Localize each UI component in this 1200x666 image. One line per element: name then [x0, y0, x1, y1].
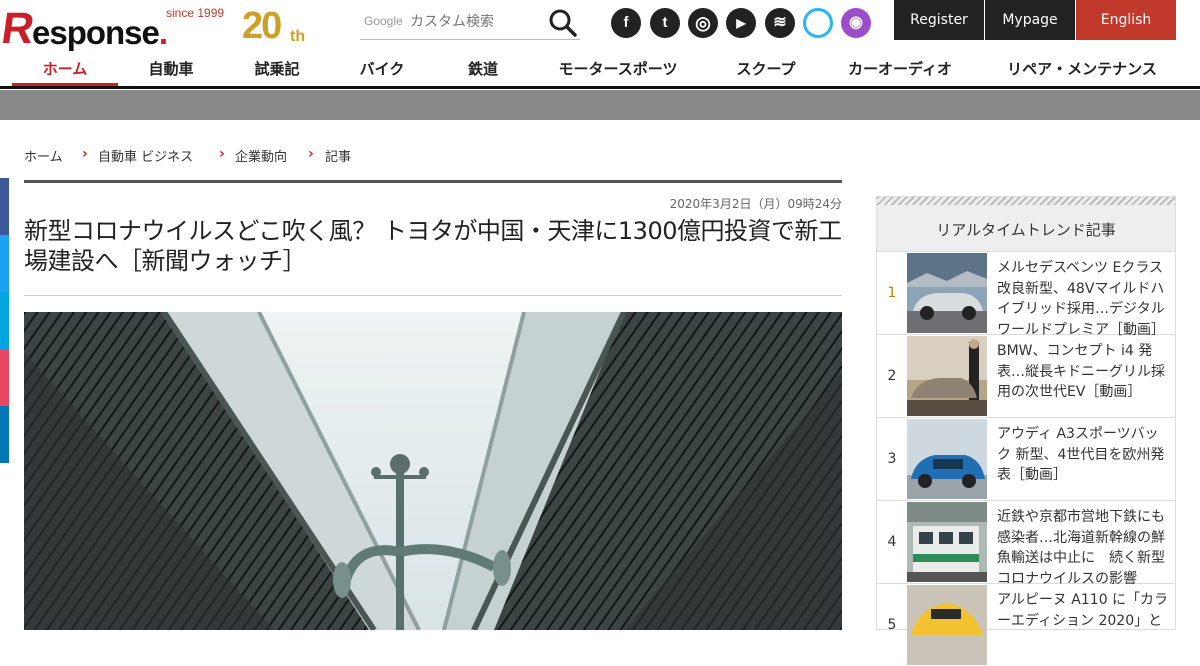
trend-rank: 2: [887, 368, 897, 384]
chevron-right-icon: ›: [308, 146, 314, 162]
trend-item[interactable]: 2 BMW、コンセプト i4 発表…縦長キドニーグリル採用の次世代EV［動画］: [876, 335, 1176, 418]
nav-item-rail[interactable]: 鉄道: [448, 52, 518, 86]
heading-stripes: [877, 197, 1175, 205]
rss-icon[interactable]: ≋: [765, 8, 795, 38]
english-button[interactable]: English: [1076, 0, 1176, 40]
trend-item[interactable]: 5 アルピーヌ A110 に「カラーエディション 2020」と: [876, 584, 1176, 665]
trend-rank: 3: [887, 451, 897, 467]
site-logo[interactable]: R esponse. since 1999 20 th: [0, 2, 320, 53]
article-title: 新型コロナウイルスどこ吹く風？ トヨタが中国・天津に1300億円投資で新工場建設…: [24, 217, 842, 275]
trend-title[interactable]: アウディ A3スポーツバック 新型、4世代目を欧州発表［動画］: [997, 424, 1169, 486]
trend-item[interactable]: 4 近鉄や京都市営地下鉄にも感染者…北海道新幹線の鮮魚輸送は中止に 続く新型コロ…: [876, 501, 1176, 587]
trend-heading: リアルタイムトレンド記事: [936, 221, 1116, 239]
instagram-icon[interactable]: ◎: [688, 8, 718, 38]
ad-banner-placeholder: [0, 90, 1200, 120]
trend-thumbnail[interactable]: [907, 253, 987, 333]
share-twitter-button[interactable]: [0, 235, 9, 292]
chevron-right-icon: ›: [82, 146, 88, 162]
chevron-right-icon: ›: [219, 146, 225, 162]
trend-thumbnail[interactable]: [907, 585, 987, 665]
trend-thumbnail[interactable]: [907, 502, 987, 582]
trend-title[interactable]: BMW、コンセプト i4 発表…縦長キドニーグリル採用の次世代EV［動画］: [997, 341, 1169, 403]
site-header: R esponse. since 1999 20 th Google f t ◎…: [0, 0, 1200, 53]
logo-th: th: [290, 28, 306, 45]
article-date: 2020年3月2日（月）09時24分: [669, 197, 842, 211]
trend-thumbnail[interactable]: [907, 336, 987, 416]
trend-thumbnail[interactable]: [907, 419, 987, 499]
trend-title[interactable]: メルセデスベンツ Eクラス 改良新型、48Vマイルドハイブリッド採用…デジタルワ…: [997, 258, 1169, 340]
trend-rank: 1: [887, 285, 897, 301]
title-divider: [24, 295, 842, 296]
nav-item-test-drive[interactable]: 試乗記: [236, 52, 318, 86]
alexa-icon[interactable]: [803, 8, 833, 38]
register-button[interactable]: Register: [894, 0, 984, 40]
nav-item-scoop[interactable]: スクープ: [726, 52, 806, 86]
search-icon[interactable]: [548, 8, 578, 38]
trend-item[interactable]: 1 メルセデスベンツ Eクラス 改良新型、48Vマイルドハイブリッド採用…デジタ…: [876, 252, 1176, 338]
facebook-icon[interactable]: f: [611, 8, 641, 38]
podcast-icon[interactable]: ◉: [841, 8, 871, 38]
logo-20: 20: [242, 5, 282, 47]
article-hero-image[interactable]: [24, 312, 842, 630]
article-top-rule: [24, 180, 842, 183]
trend-title[interactable]: 近鉄や京都市営地下鉄にも感染者…北海道新幹線の鮮魚輸送は中止に 続く新型コロナウ…: [997, 507, 1169, 589]
nav-item-bike[interactable]: バイク: [341, 52, 423, 86]
trend-heading-box: リアルタイムトレンド記事: [876, 196, 1176, 252]
main-nav: ホーム 自動車 試乗記 バイク 鉄道 モータースポーツ スクープ カーオーディオ…: [0, 52, 1200, 89]
search-box: Google: [360, 4, 580, 40]
mypage-button[interactable]: Mypage: [985, 0, 1075, 40]
trend-rank: 4: [887, 534, 897, 550]
trend-rank: 5: [887, 617, 897, 633]
share-facebook-button[interactable]: [0, 178, 9, 235]
twitter-icon[interactable]: t: [650, 8, 680, 38]
breadcrumb-home[interactable]: ホーム: [24, 146, 63, 165]
search-google-brand: Google: [364, 14, 403, 28]
logo-wordmark: esponse.: [32, 14, 168, 52]
trend-item[interactable]: 3 アウディ A3スポーツバック 新型、4世代目を欧州発表［動画］: [876, 418, 1176, 501]
search-input[interactable]: [410, 10, 540, 34]
breadcrumb-business[interactable]: 自動車 ビジネス: [98, 146, 193, 165]
trend-title[interactable]: アルピーヌ A110 に「カラーエディション 2020」と: [997, 590, 1169, 631]
share-linkedin-button[interactable]: [0, 406, 9, 463]
logo-word: esponse: [32, 14, 160, 51]
nav-item-motorsports[interactable]: モータースポーツ: [548, 52, 688, 86]
nav-item-cars[interactable]: 自動車: [130, 52, 212, 86]
nav-item-repair[interactable]: リペア・メンテナンス: [1000, 52, 1164, 86]
breadcrumb-corporate[interactable]: 企業動向: [235, 146, 287, 165]
share-pocket-button[interactable]: [0, 349, 9, 406]
share-hatena-button[interactable]: [0, 292, 9, 349]
nav-item-home[interactable]: ホーム: [12, 52, 118, 86]
youtube-icon[interactable]: ▶: [726, 8, 756, 38]
breadcrumb-article: 記事: [325, 150, 352, 165]
logo-since: since 1999: [166, 6, 225, 20]
nav-item-car-audio[interactable]: カーオーディオ: [838, 52, 962, 86]
